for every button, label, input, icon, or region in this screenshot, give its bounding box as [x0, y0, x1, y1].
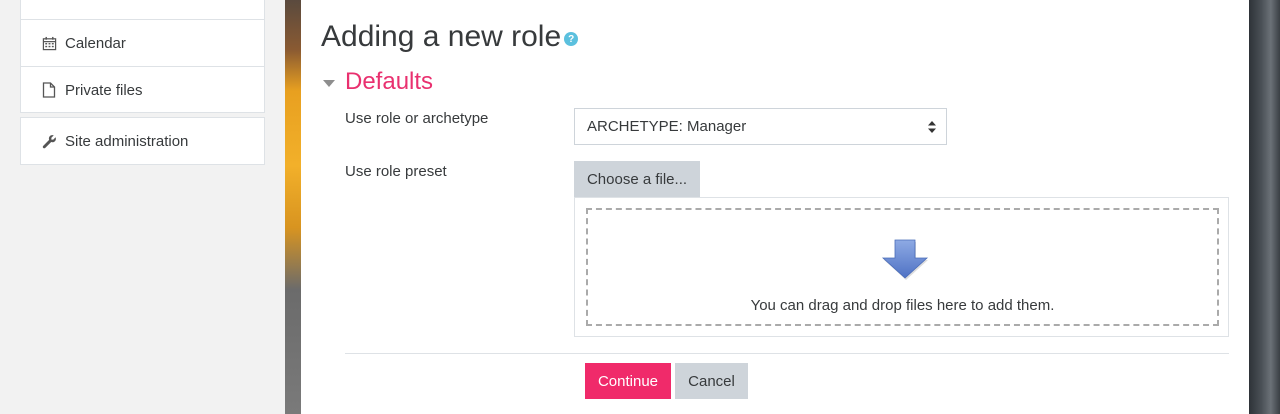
help-icon[interactable]: ? [564, 32, 579, 46]
archetype-select[interactable]: ARCHETYPE: Manager [574, 108, 947, 145]
sidebar-item-site-administration[interactable]: Site administration [21, 118, 264, 164]
main-content: Adding a new role ? Defaults Use role or… [301, 0, 1249, 414]
archetype-label: Use role or archetype [345, 110, 489, 127]
choose-file-button[interactable]: Choose a file... [574, 161, 700, 198]
file-dropzone[interactable]: You can drag and drop files here to add … [586, 208, 1219, 326]
dropzone-text: You can drag and drop files here to add … [750, 297, 1055, 314]
sidebar-item-label: Private files [65, 81, 143, 99]
archetype-select-value: ARCHETYPE: Manager [587, 118, 747, 135]
background-image-strip [285, 0, 301, 414]
section-title: Defaults [345, 68, 434, 95]
sidebar-item-calendar[interactable]: Calendar [21, 19, 264, 66]
continue-button[interactable]: Continue [585, 363, 671, 399]
section-toggle-defaults[interactable]: Defaults [323, 68, 433, 96]
download-arrow-icon [881, 239, 929, 280]
caret-down-icon [323, 79, 335, 87]
sidebar-item-label: Calendar [65, 34, 126, 52]
select-arrows-icon [928, 121, 936, 133]
cancel-button[interactable]: Cancel [675, 363, 748, 399]
wrench-icon [41, 133, 57, 149]
file-picker-area: You can drag and drop files here to add … [574, 197, 1229, 337]
file-icon [41, 82, 57, 98]
calendar-icon [41, 35, 57, 51]
nav-group-main: Calendar Private files [20, 0, 265, 113]
nav-group-admin: Site administration [20, 117, 265, 165]
form-divider [345, 353, 1229, 354]
preset-label: Use role preset [345, 163, 447, 180]
background-image-strip-right [1249, 0, 1280, 414]
page-title: Adding a new role ? [321, 20, 579, 54]
sidebar-item-private-files[interactable]: Private files [21, 66, 264, 113]
sidebar: Calendar Private files Site administrati… [0, 0, 285, 414]
sidebar-item-label: Site administration [65, 132, 189, 150]
page-title-text: Adding a new role [321, 20, 562, 53]
sidebar-item-partial[interactable] [21, 0, 264, 19]
